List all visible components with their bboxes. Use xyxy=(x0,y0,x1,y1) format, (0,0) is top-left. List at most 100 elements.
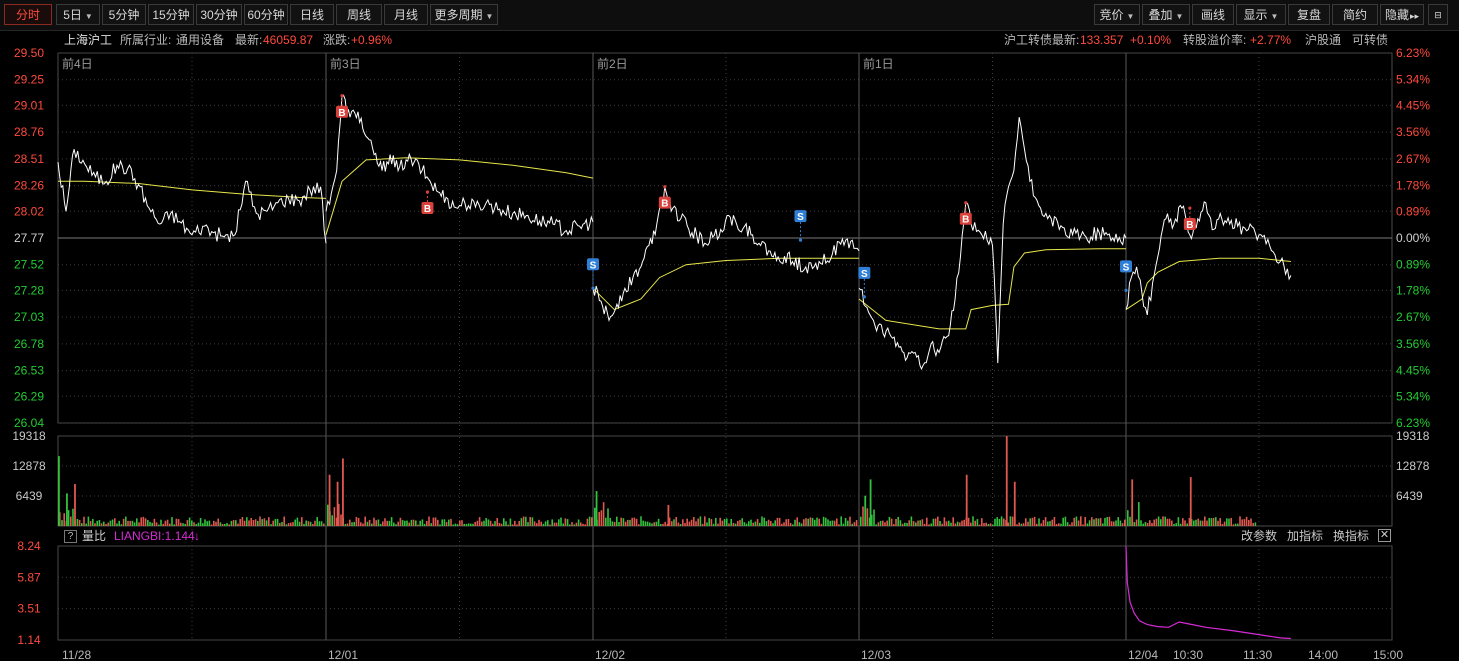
x-axis-label: 11:30 xyxy=(1243,648,1272,661)
volume-bar xyxy=(195,524,197,526)
add-indicator-button[interactable]: 加指标 xyxy=(1287,528,1323,544)
volume-bar xyxy=(131,520,134,526)
volume-bar xyxy=(162,523,164,526)
volume-bar xyxy=(215,521,217,526)
volume-bar xyxy=(518,521,520,526)
volume-bar xyxy=(566,519,569,526)
volume-bar xyxy=(679,524,682,526)
close-icon[interactable]: ✕ xyxy=(1378,529,1391,542)
volume-bar xyxy=(904,522,906,526)
price-tick-label: 26.04 xyxy=(14,416,44,430)
volume-bar xyxy=(226,523,228,526)
volume-bar xyxy=(239,519,241,526)
trade-marker-dot xyxy=(1124,288,1128,292)
volume-bar xyxy=(520,518,523,526)
volume-bar xyxy=(107,522,109,526)
pct-tick-label: 3.56% xyxy=(1396,337,1430,351)
volume-bar xyxy=(560,517,562,526)
volume-bar xyxy=(61,520,63,526)
volume-bar xyxy=(994,518,996,526)
price-tick-label: 26.53 xyxy=(14,364,44,378)
volume-bar xyxy=(1195,519,1197,526)
volume-bar xyxy=(695,521,697,526)
intraday-chart[interactable]: B B S B S S B S B 29.50 6.23% 29.25 5.34% 29.01 4.45%… xyxy=(0,0,1459,661)
volume-bar xyxy=(684,522,686,526)
volume-bar xyxy=(954,523,957,526)
volume-bar xyxy=(967,517,970,526)
volume-bar xyxy=(752,522,754,526)
volume-bar xyxy=(761,516,763,526)
volume-bar xyxy=(1243,519,1246,526)
volume-bar xyxy=(609,517,611,526)
volume-bar xyxy=(1011,516,1014,526)
volume-bar xyxy=(1018,522,1020,526)
volume-spike xyxy=(74,484,76,526)
volume-bar xyxy=(1108,516,1111,526)
volume-bar xyxy=(500,523,503,526)
volume-bar xyxy=(456,524,459,526)
volume-spike xyxy=(1131,479,1134,526)
price-tick-label: 28.76 xyxy=(14,125,44,139)
x-axis-label: 12/01 xyxy=(328,648,358,661)
volume-spike xyxy=(58,456,60,526)
volume-bar xyxy=(719,517,721,526)
trade-marker-label: S xyxy=(590,260,597,271)
volume-bar xyxy=(461,520,463,526)
volume-bar xyxy=(1144,521,1147,526)
volume-bar xyxy=(1140,520,1142,526)
volume-bar xyxy=(1082,524,1084,526)
volume-bar xyxy=(89,521,92,526)
volume-bar xyxy=(688,521,691,526)
volume-bar xyxy=(1040,523,1042,526)
volume-bar xyxy=(607,508,609,526)
trade-marker-dot xyxy=(964,201,968,205)
volume-bar xyxy=(481,521,483,526)
volume-bar xyxy=(276,518,279,526)
volume-bar xyxy=(314,520,316,526)
trade-marker-label: S xyxy=(861,269,868,280)
volume-bar xyxy=(1162,516,1164,526)
volume-bar xyxy=(1168,518,1171,526)
volume-bar xyxy=(996,517,998,526)
volume-bar xyxy=(831,520,834,526)
volume-bar xyxy=(1102,523,1104,526)
volume-bar xyxy=(588,516,591,526)
volume-bar xyxy=(586,518,589,526)
pane-frame xyxy=(57,435,1393,527)
volume-bar xyxy=(1212,517,1215,526)
volume-bar xyxy=(1157,516,1160,526)
volume-bar xyxy=(248,520,250,526)
volume-tick-label: 19318 xyxy=(12,429,46,443)
volume-bar xyxy=(268,517,270,526)
volume-bar xyxy=(153,518,156,526)
volume-bar xyxy=(961,520,963,526)
volume-bar xyxy=(893,524,895,526)
liangbi-line xyxy=(1125,545,1291,640)
volume-bar xyxy=(503,518,505,526)
volume-bar xyxy=(105,523,107,526)
help-icon[interactable]: ? xyxy=(64,530,77,543)
volume-bar xyxy=(511,524,514,526)
volume-bar xyxy=(1009,516,1012,526)
volume-bar xyxy=(985,522,987,526)
volume-bar xyxy=(890,518,893,526)
volume-bar xyxy=(542,523,545,526)
volume-bar xyxy=(1186,523,1188,526)
edit-params-button[interactable]: 改参数 xyxy=(1241,528,1277,544)
volume-bar xyxy=(164,520,167,526)
volume-bar xyxy=(318,521,321,526)
volume-bar xyxy=(533,521,536,526)
volume-bar xyxy=(910,516,913,526)
volume-spike xyxy=(667,505,670,526)
volume-bar xyxy=(1033,516,1036,526)
volume-bar xyxy=(992,524,994,526)
volume-bar xyxy=(611,521,614,526)
volume-bar xyxy=(941,523,943,526)
switch-indicator-button[interactable]: 换指标 xyxy=(1333,528,1369,544)
volume-bar xyxy=(257,520,259,526)
volume-bar xyxy=(252,520,255,526)
volume-bar xyxy=(1003,518,1005,526)
volume-bar xyxy=(781,523,783,526)
volume-bar xyxy=(434,517,437,526)
day-label: 前2日 xyxy=(597,56,628,71)
